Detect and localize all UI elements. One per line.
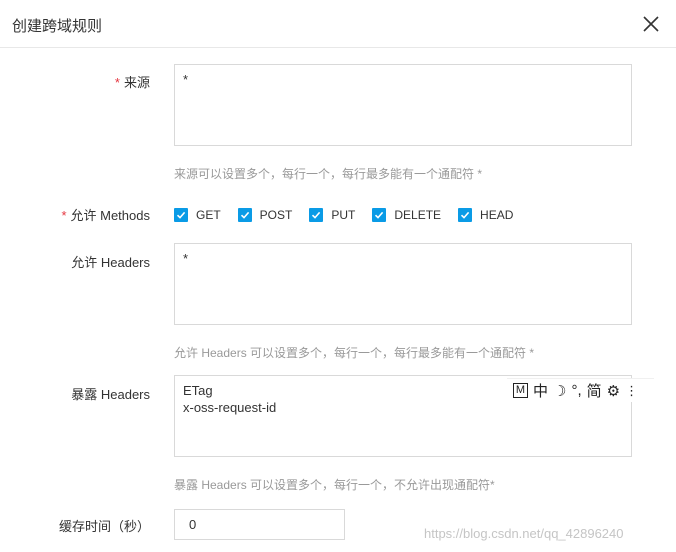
expose-headers-label: 暴露 Headers (71, 387, 150, 402)
checkbox-checked-icon[interactable] (309, 208, 324, 222)
required-mark: * (114, 75, 120, 90)
method-label: POST (259, 208, 293, 222)
punctuation-icon[interactable]: °, (571, 382, 581, 399)
methods-label: * 允许 Methods (61, 208, 150, 223)
watermark: https://blog.csdn.net/qq_42896240 (424, 526, 624, 541)
checkbox-checked-icon[interactable] (237, 208, 252, 222)
dialog-header: 创建跨域规则 (0, 0, 676, 48)
cache-time-label: 缓存时间（秒） (58, 519, 150, 534)
method-delete-checkbox[interactable]: DELETE (372, 208, 441, 222)
method-post-checkbox[interactable]: POST (237, 208, 293, 222)
method-get-checkbox[interactable]: GET (174, 208, 221, 222)
ime-toolbar: M 中 ☽ °, 简 ⚙ ⋮ (507, 378, 654, 402)
ime-mode-icon[interactable]: M (513, 383, 528, 398)
origin-label: * 来源 (114, 75, 150, 90)
cache-time-input[interactable] (174, 509, 345, 540)
allow-headers-label: 允许 Headers (71, 255, 150, 270)
allow-headers-hint: 允许 Headers 可以设置多个，每行一个，每行最多能有一个通配符 * (174, 346, 535, 360)
more-icon[interactable]: ⋮ (625, 383, 638, 399)
method-label: DELETE (394, 208, 442, 222)
origin-textarea[interactable]: * (174, 64, 632, 146)
method-label: HEAD (480, 208, 514, 222)
method-label: GET (196, 208, 221, 222)
moon-icon[interactable]: ☽ (553, 382, 566, 400)
methods-checkbox-group: GET POST PUT DELETE HEAD (174, 207, 530, 223)
method-label: PUT (331, 208, 356, 222)
ime-simplified-icon[interactable]: 简 (587, 380, 602, 401)
ime-chinese-icon[interactable]: 中 (533, 380, 548, 401)
allow-headers-textarea[interactable]: * (174, 243, 632, 325)
checkbox-checked-icon[interactable] (372, 208, 387, 222)
required-mark: * (61, 208, 67, 223)
gear-icon[interactable]: ⚙ (607, 382, 620, 400)
expose-headers-hint: 暴露 Headers 可以设置多个，每行一个，不允许出现通配符* (174, 478, 495, 492)
close-icon[interactable] (641, 14, 661, 34)
origin-hint: 来源可以设置多个，每行一个，每行最多能有一个通配符 * (174, 167, 483, 181)
checkbox-checked-icon[interactable] (174, 208, 188, 222)
method-put-checkbox[interactable]: PUT (309, 208, 355, 222)
checkbox-checked-icon[interactable] (458, 208, 473, 222)
method-head-checkbox[interactable]: HEAD (458, 208, 513, 222)
dialog-title: 创建跨域规则 (12, 18, 103, 35)
